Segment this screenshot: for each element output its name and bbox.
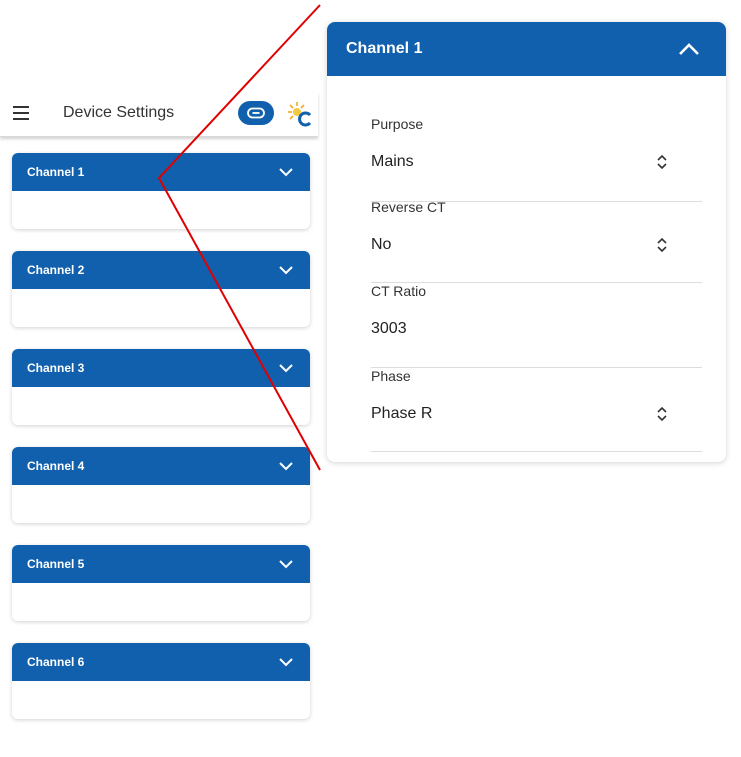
field-label: CT Ratio	[371, 283, 426, 299]
channel-header-6[interactable]: Channel 6	[12, 643, 310, 681]
channel-card-5: Channel 5	[12, 545, 310, 621]
chevron-down-icon	[279, 462, 293, 471]
phase-field[interactable]: Phase Phase R	[371, 368, 702, 452]
channel-card-2: Channel 2	[12, 251, 310, 327]
channel-label: Channel 2	[27, 263, 85, 277]
field-label: Reverse CT	[371, 199, 446, 215]
ct-ratio-field[interactable]: CT Ratio 3003	[371, 283, 702, 368]
channel-card-3: Channel 3	[12, 349, 310, 425]
select-arrows-icon	[657, 406, 667, 422]
channel-label: Channel 3	[27, 361, 85, 375]
reverse-ct-field[interactable]: Reverse CT No	[371, 199, 702, 283]
channel-card-1: Channel 1	[12, 153, 310, 229]
channel-header-1[interactable]: Channel 1	[12, 153, 310, 191]
select-arrows-icon	[657, 237, 667, 253]
purpose-select[interactable]: Mains	[371, 153, 414, 171]
channel-label: Channel 4	[27, 459, 85, 473]
chevron-up-icon[interactable]	[678, 42, 700, 56]
channel-card-4: Channel 4	[12, 447, 310, 523]
sun-logo-icon	[286, 100, 314, 128]
link-button[interactable]	[238, 101, 274, 125]
channel-label: Channel 1	[27, 165, 85, 179]
chevron-down-icon	[279, 364, 293, 373]
link-icon	[247, 107, 265, 119]
chevron-down-icon	[279, 266, 293, 275]
channel-header-3[interactable]: Channel 3	[12, 349, 310, 387]
chevron-down-icon	[279, 560, 293, 569]
hamburger-menu-icon[interactable]	[13, 106, 29, 120]
field-label: Purpose	[371, 116, 424, 132]
field-label: Phase	[371, 368, 411, 384]
channel-detail-card: Channel 1 Purpose Mains Reverse CT No CT…	[327, 22, 726, 462]
phase-select[interactable]: Phase R	[371, 405, 432, 423]
purpose-field[interactable]: Purpose Mains	[371, 116, 702, 202]
ct-ratio-input[interactable]: 3003	[371, 320, 407, 338]
channel-header-2[interactable]: Channel 2	[12, 251, 310, 289]
channel-detail-title: Channel 1	[346, 40, 423, 57]
chevron-down-icon	[279, 658, 293, 667]
channel-card-6: Channel 6	[12, 643, 310, 719]
channel-header-4[interactable]: Channel 4	[12, 447, 310, 485]
channel-label: Channel 6	[27, 655, 85, 669]
channel-label: Channel 5	[27, 557, 85, 571]
select-arrows-icon	[657, 154, 667, 170]
channel-detail-header[interactable]: Channel 1	[327, 22, 726, 76]
channel-header-5[interactable]: Channel 5	[12, 545, 310, 583]
chevron-down-icon	[279, 168, 293, 177]
app-bar: Device Settings	[0, 92, 318, 137]
reverse-ct-select[interactable]: No	[371, 236, 391, 254]
page-title: Device Settings	[63, 104, 175, 121]
